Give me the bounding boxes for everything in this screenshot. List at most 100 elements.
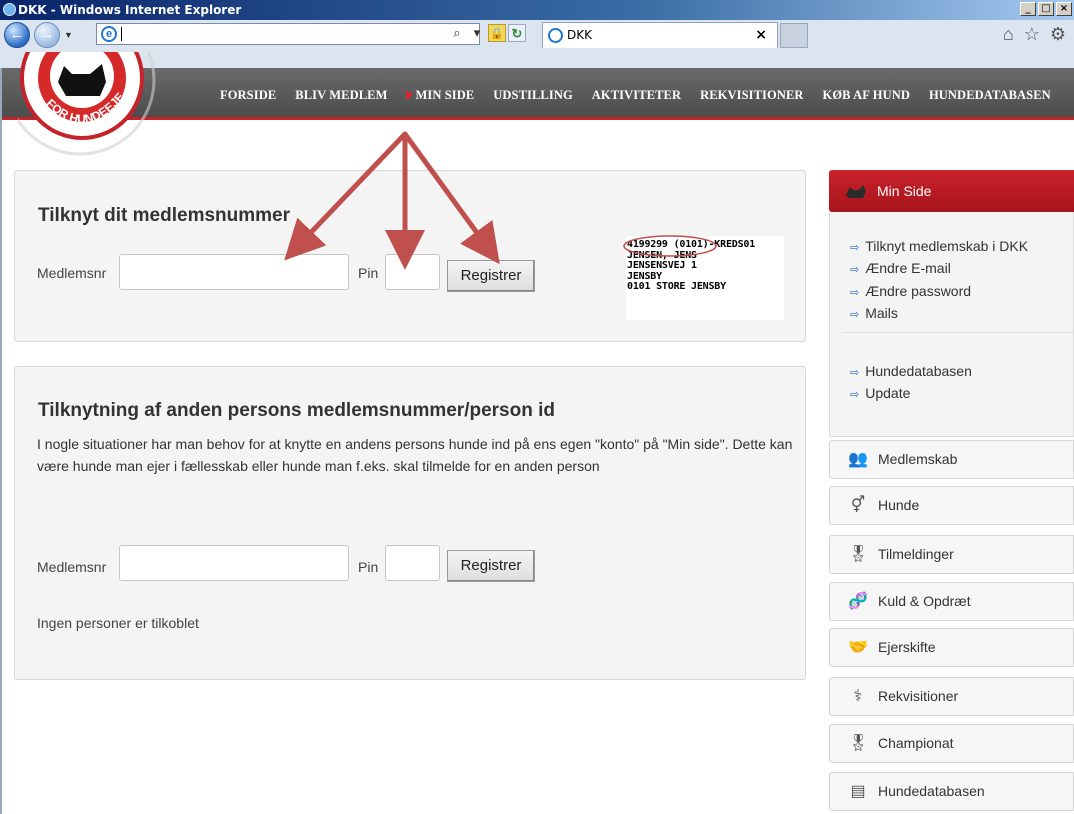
section1-member-label: Medlemsnr (37, 265, 107, 281)
sidebar-link-label: Tilknyt medlemskab i DKK (865, 238, 1029, 254)
section1-register-button[interactable]: Registrer (447, 260, 535, 292)
menu-item-hundedatabasen[interactable]: HUNDEDATABASEN (929, 88, 1051, 103)
tab-ie-icon (548, 28, 563, 43)
dkk-logo[interactable]: FOR HUNDEEJERE (18, 52, 166, 164)
section2-register-button[interactable]: Registrer (447, 550, 535, 582)
section1-member-input[interactable] (119, 254, 349, 290)
menu-item-aktiviteter[interactable]: AKTIVITETER (592, 88, 681, 103)
browser-tab[interactable]: DKK × (542, 22, 778, 48)
sidebar-item-medlemskab[interactable]: 👥 Medlemskab (829, 440, 1074, 479)
sidebar-item-label: Ejerskifte (878, 639, 936, 655)
window-title: DKK - Windows Internet Explorer (18, 3, 242, 17)
maximize-button[interactable]: □ (1038, 2, 1054, 16)
section2-description: I nogle situationer har man behov for at… (37, 436, 793, 474)
handshake-icon: 🤝 (848, 639, 868, 656)
home-icon[interactable]: ⌂ (1003, 24, 1014, 45)
section1-pin-input[interactable] (385, 254, 440, 290)
card-line-3: JENSENSVEJ 1 (627, 260, 697, 271)
gender-icon: ⚥ (850, 497, 866, 514)
menu-item-rekvisitioner[interactable]: REKVISITIONER (700, 88, 803, 103)
forward-icon[interactable]: → (34, 22, 60, 48)
tab-title: DKK (567, 28, 592, 42)
sidebar-divider (842, 332, 1073, 333)
window-left-border (0, 68, 2, 814)
sidebar-item-label: Hundedatabasen (878, 783, 985, 799)
main-menu: FORSIDE BLIV MEDLEM MIN SIDE UDSTILLING … (220, 88, 1070, 103)
section1-pin-label: Pin (358, 265, 379, 281)
menu-item-bliv-medlem[interactable]: BLIV MEDLEM (295, 88, 387, 103)
section2-member-label: Medlemsnr (37, 559, 107, 575)
sidebar-link-hundedatabasen[interactable]: ⇨ Hundedatabasen (850, 363, 972, 379)
card-line-1: 4199299 (0101)-KREDS01 (627, 239, 756, 250)
section2-member-input[interactable] (119, 545, 349, 581)
back-icon[interactable]: ← (4, 22, 30, 48)
section2-pin-input[interactable] (385, 545, 440, 581)
favorites-star-icon[interactable]: ☆ (1024, 24, 1040, 45)
arrow-right-icon: ⇨ (850, 287, 860, 299)
sidebar-link-email[interactable]: ⇨ Ændre E-mail (850, 260, 951, 276)
sidebar-item-tilmeldinger[interactable]: 🎖 Tilmeldinger (829, 535, 1074, 574)
arrow-right-icon: ⇨ (850, 367, 860, 379)
sidebar-link-label: Mails (865, 305, 898, 321)
menu-item-forside[interactable]: FORSIDE (220, 88, 276, 103)
settings-gear-icon[interactable]: ⚙ (1050, 24, 1066, 45)
search-icon[interactable]: ⌕ (448, 24, 466, 42)
sidebar-link-label: Ændre password (865, 283, 972, 299)
section2-title: Tilknytning af anden persons medlemsnumm… (38, 400, 555, 421)
window-titlebar: DKK - Windows Internet Explorer _ □ × (0, 0, 1074, 20)
arrow-right-icon: ⇨ (850, 389, 860, 401)
sidebar-item-hunde[interactable]: ⚥ Hunde (829, 486, 1074, 525)
sidebar-link-password[interactable]: ⇨ Ændre password (850, 283, 971, 299)
sidebar-header-label: Min Side (877, 183, 932, 199)
arrow-right-icon: ⇨ (850, 264, 860, 276)
menu-item-kob-af-hund[interactable]: KØB AF HUND (823, 88, 910, 103)
sidebar-link-mails[interactable]: ⇨ Mails (850, 305, 898, 321)
section1-title: Tilknyt dit medlemsnummer (38, 205, 290, 226)
lock-icon[interactable]: 🔒 (488, 24, 506, 42)
section2-pin-label: Pin (358, 559, 379, 575)
sidebar-item-kuld[interactable]: 🧬 Kuld & Opdræt (829, 582, 1074, 621)
menu-item-udstilling[interactable]: UDSTILLING (493, 88, 573, 103)
ie-icon (3, 3, 16, 16)
address-tools: ⌕ ▾ 🔒 ↻ (448, 24, 526, 42)
sidebar-link-update[interactable]: ⇨ Update (850, 385, 910, 401)
close-window-button[interactable]: × (1056, 2, 1072, 16)
sidebar-item-label: Medlemskab (878, 451, 958, 467)
sidebar-item-championat[interactable]: 🎖 Championat (829, 724, 1074, 763)
text-cursor (121, 27, 122, 41)
arrow-right-icon: ⇨ (850, 309, 860, 321)
sidebar-item-label: Hunde (878, 497, 920, 513)
sidebar-link-label: Hundedatabasen (865, 363, 972, 379)
sidebar-link-label: Ændre E-mail (865, 260, 951, 276)
history-dropdown-icon[interactable]: ▼ (64, 30, 73, 40)
minimize-button[interactable]: _ (1020, 2, 1036, 16)
rosette-icon: 🎖 (848, 546, 869, 563)
sidebar-item-ejerskifte[interactable]: 🤝 Ejerskifte (829, 628, 1074, 667)
sidebar-item-rekvisitioner[interactable]: ⚕ Rekvisitioner (829, 677, 1074, 716)
section2-status: Ingen personer er tilkoblet (37, 615, 199, 631)
sidebar-item-label: Tilmeldinger (878, 546, 954, 562)
sidebar-item-hundedatabasen[interactable]: ▤ Hundedatabasen (829, 772, 1074, 811)
sidebar-link-label: Update (865, 385, 911, 401)
arrow-right-icon: ⇨ (850, 242, 860, 254)
address-dropdown-icon[interactable]: ▾ (468, 24, 486, 42)
sidebar-links: ⇨ Tilknyt medlemskab i DKK ⇨ Ændre E-mail … (829, 212, 1074, 437)
menu-item-min-side[interactable]: MIN SIDE (406, 88, 474, 103)
address-bar[interactable]: e (96, 23, 480, 45)
sidebar-link-tilknyt[interactable]: ⇨ Tilknyt medlemskab i DKK (850, 238, 1028, 254)
card-line-5: 0101 STORE JENSBY (627, 281, 726, 292)
stethoscope-icon: ⚕ (853, 688, 863, 705)
people-icon: 👥 (848, 451, 868, 468)
close-tab-icon[interactable]: × (755, 23, 767, 47)
refresh-icon[interactable]: ↻ (508, 24, 526, 42)
membership-card-example: 4199299 (0101)-KREDS01 JENSEN, JENS JENS… (626, 236, 784, 320)
page-ie-icon: e (101, 26, 117, 42)
sidebar-header[interactable]: Min Side (829, 170, 1074, 212)
document-icon: ▤ (850, 783, 866, 800)
sidebar-item-label: Kuld & Opdræt (878, 593, 971, 609)
sidebar-item-label: Rekvisitioner (878, 688, 959, 704)
rosette-icon: 🎖 (848, 735, 869, 752)
new-tab-button[interactable] (780, 23, 808, 48)
browser-tools: ⌂ ☆ ⚙ (1003, 24, 1066, 45)
sidebar-item-label: Championat (878, 735, 954, 751)
